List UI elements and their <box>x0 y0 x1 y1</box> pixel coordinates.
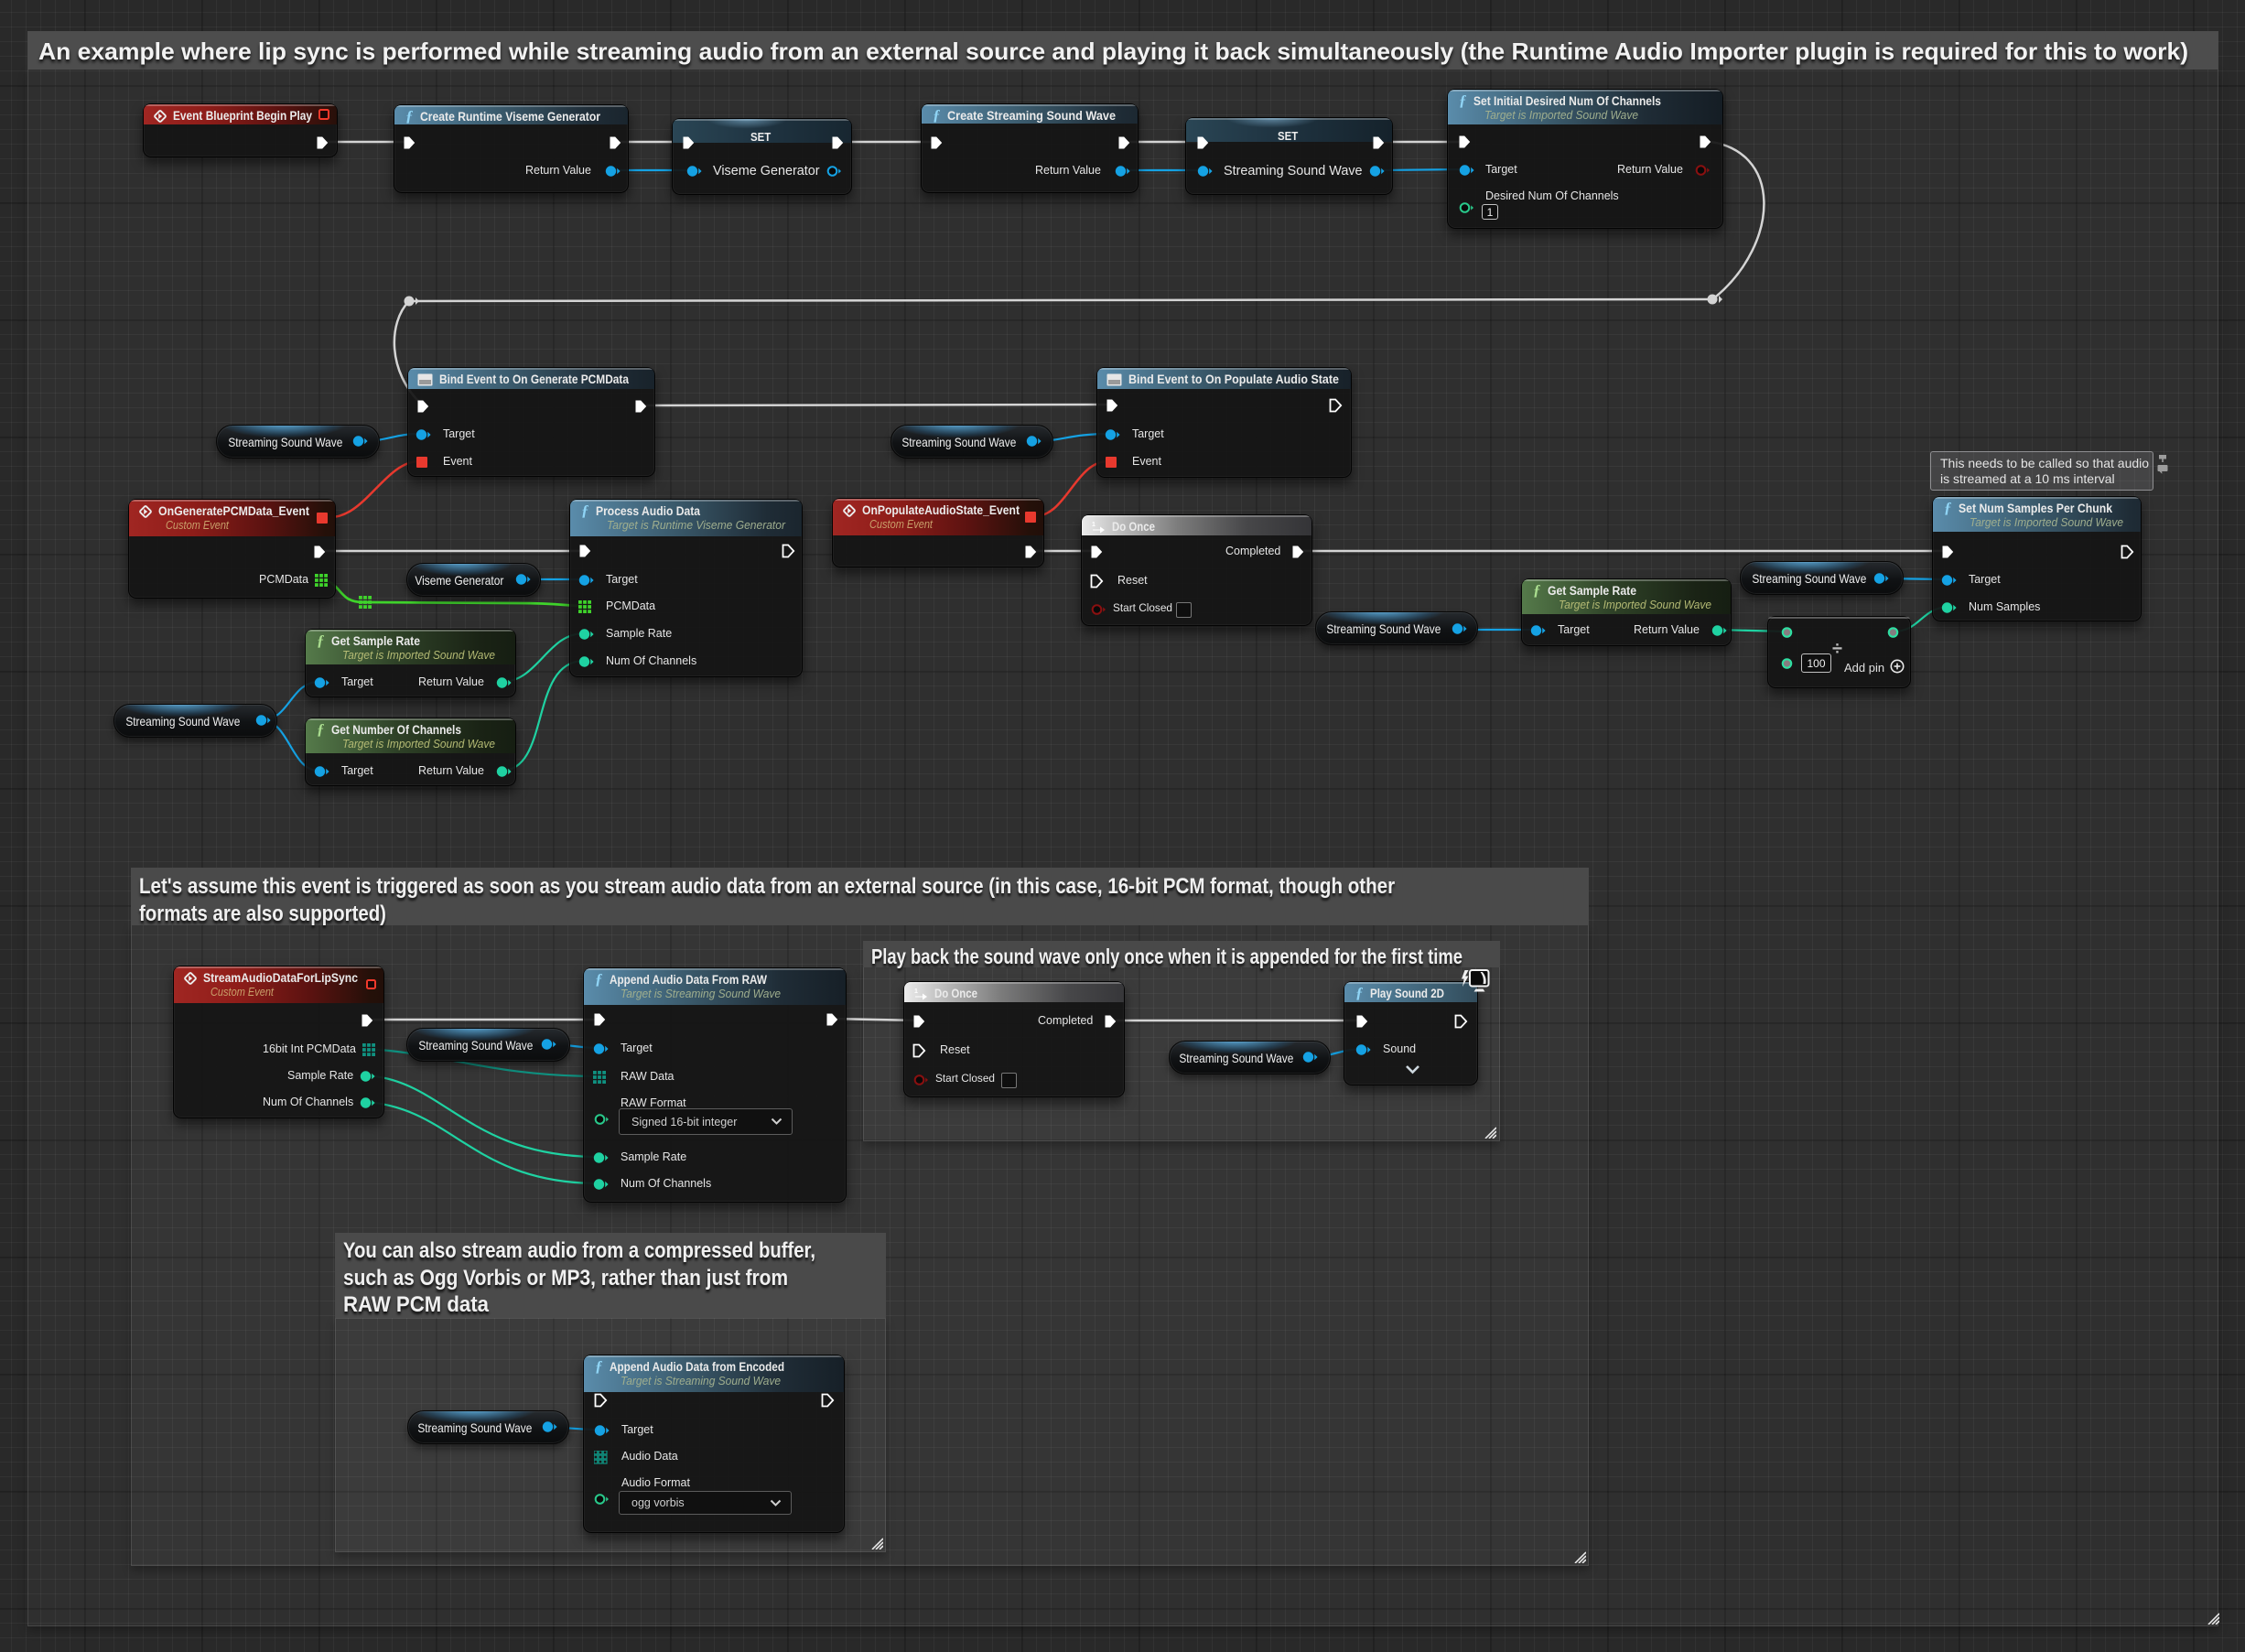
svg-text:1: 1 <box>1092 522 1096 528</box>
svg-text:1: 1 <box>914 988 918 995</box>
